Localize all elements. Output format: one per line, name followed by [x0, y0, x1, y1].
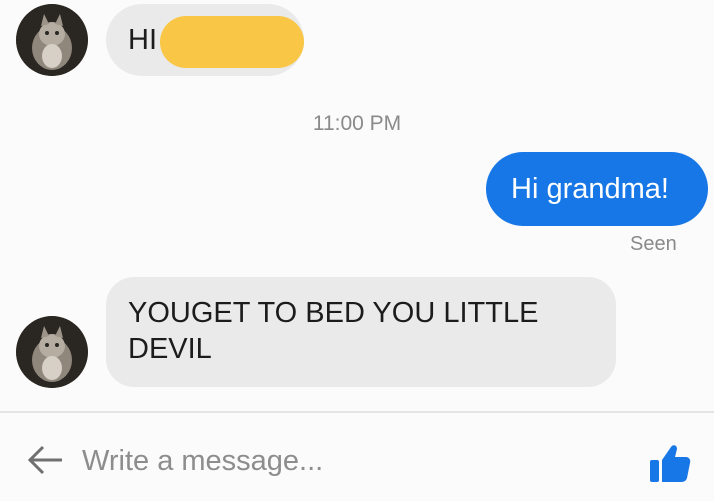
- incoming-message-bubble[interactable]: YOUGET TO BED YOU LITTLE DEVIL: [106, 277, 616, 387]
- message-timestamp: 11:00 PM: [312, 112, 402, 135]
- message-text: Hi grandma!: [511, 173, 669, 205]
- thumbs-up-icon[interactable]: [648, 441, 692, 485]
- message-input[interactable]: [80, 437, 604, 485]
- contact-avatar[interactable]: [16, 4, 88, 76]
- outgoing-message-bubble[interactable]: Hi grandma!: [486, 152, 708, 226]
- message-composer: [0, 411, 714, 501]
- cat-photo-icon: [16, 316, 88, 388]
- redaction-overlay: [160, 16, 304, 68]
- seen-receipt: Seen: [630, 233, 677, 255]
- message-text: HI: [128, 24, 157, 56]
- chat-screen: HI 11:00 PM Hi grandma! Seen YOUGET TO B…: [0, 0, 714, 501]
- message-text: YOUGET TO BED YOU LITTLE DEVIL: [128, 297, 539, 365]
- arrow-left-icon[interactable]: [26, 443, 66, 477]
- cat-photo-icon: [16, 4, 88, 76]
- contact-avatar[interactable]: [16, 316, 88, 388]
